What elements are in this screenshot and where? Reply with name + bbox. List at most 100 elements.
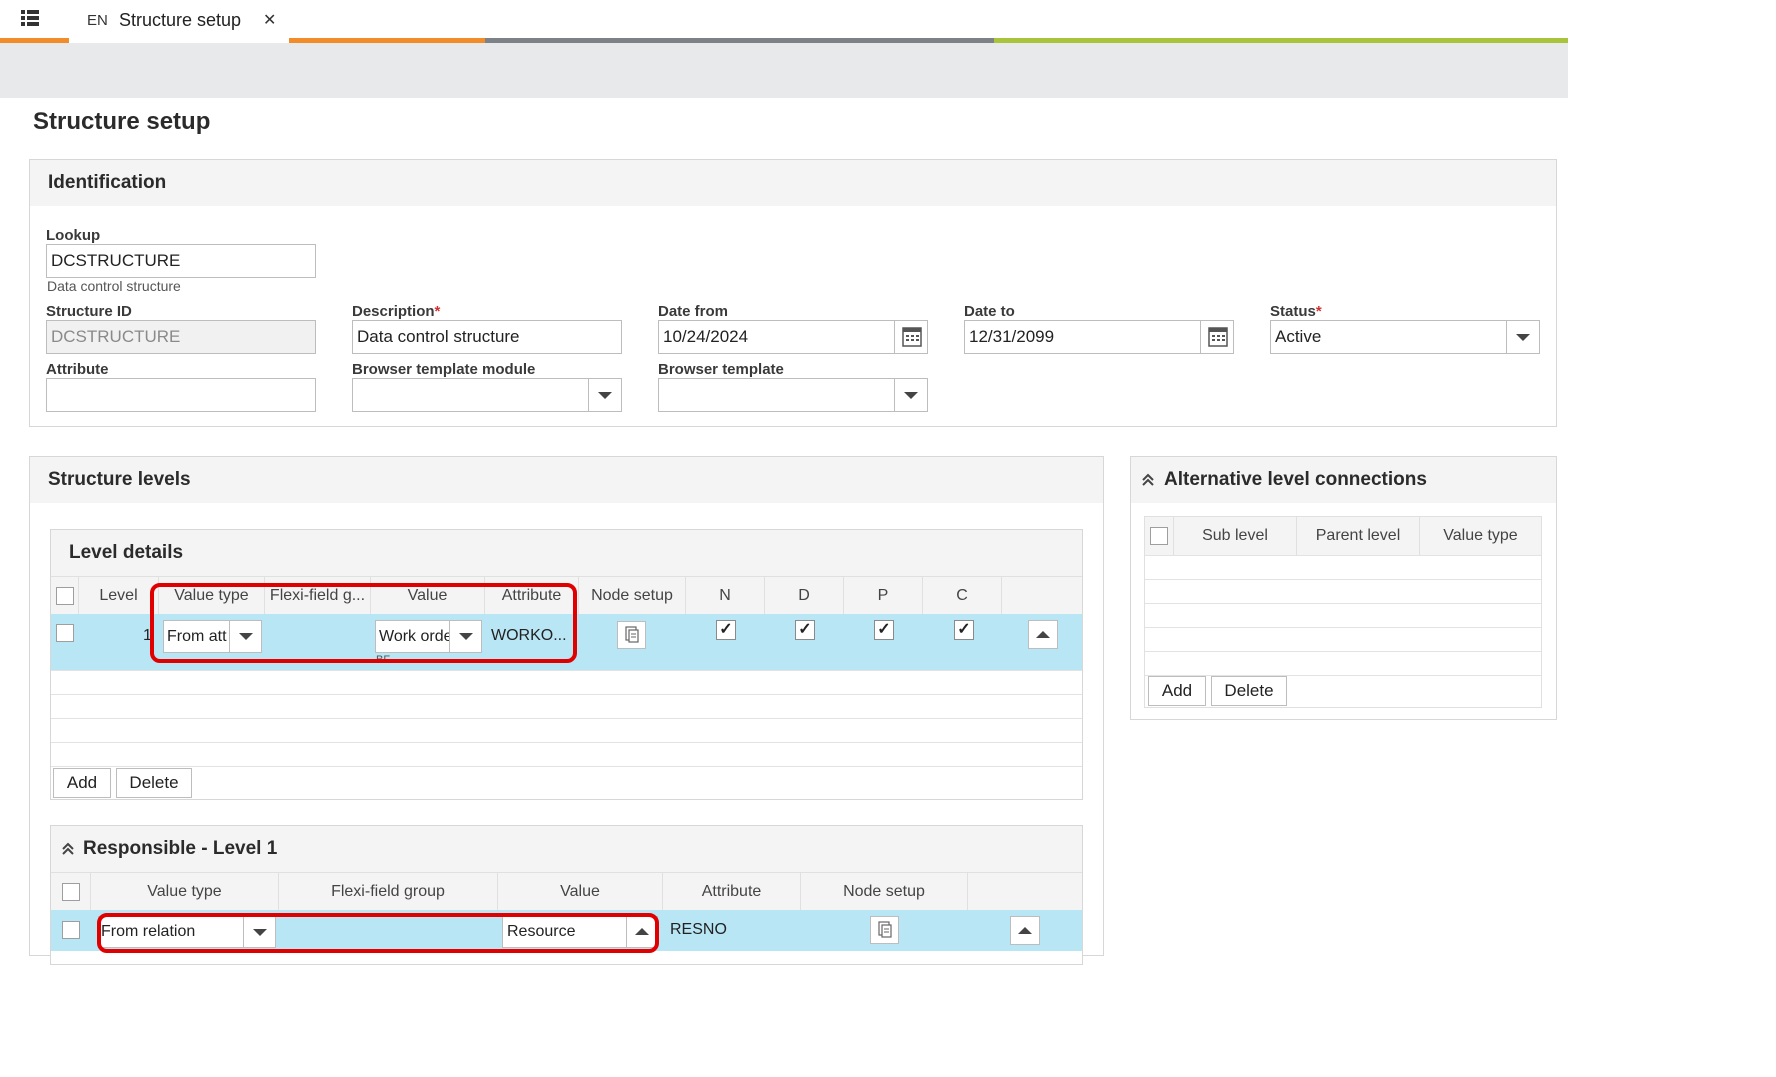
select-all-cell <box>51 577 79 615</box>
tab-title: Structure setup <box>119 10 242 30</box>
select-all-cell <box>51 873 91 911</box>
alt-add-button[interactable]: Add <box>1148 676 1206 706</box>
alt-connections-header: Alternative level connections <box>1131 457 1556 503</box>
d-checkbox[interactable]: ✓ <box>795 620 815 640</box>
attribute-input[interactable] <box>46 378 316 412</box>
empty-row <box>51 694 1082 718</box>
node-setup-icon <box>625 626 639 643</box>
col-sub-level[interactable]: Sub level <box>1174 517 1297 555</box>
node-setup-button[interactable] <box>617 621 646 649</box>
date-to-input[interactable]: 12/31/2099 <box>964 320 1234 354</box>
col-parent-level[interactable]: Parent level <box>1297 517 1420 555</box>
level-details-header: Level details <box>51 530 1082 576</box>
chevron-up-icon <box>1018 927 1032 934</box>
node-setup-button[interactable] <box>870 916 899 944</box>
col-c[interactable]: C <box>923 577 1002 615</box>
alt-connections-table-header: Sub level Parent level Value type <box>1145 517 1541 555</box>
browser-template-select[interactable] <box>658 378 928 412</box>
select-all-checkbox[interactable] <box>1150 527 1168 545</box>
n-checkbox[interactable]: ✓ <box>716 620 736 640</box>
browser-template-module-dropdown[interactable] <box>588 379 621 411</box>
collapse-icon[interactable] <box>1140 472 1156 488</box>
chevron-down-icon <box>598 392 612 399</box>
grid-menu-button[interactable] <box>0 0 68 42</box>
date-to-calendar-button[interactable] <box>1200 321 1233 353</box>
responsible-title: Responsible - Level 1 <box>83 838 278 859</box>
alt-connections-title: Alternative level connections <box>1164 469 1427 490</box>
description-input[interactable]: Data control structure <box>352 320 622 354</box>
select-all-cell <box>1145 517 1174 555</box>
responsible-table-header: Value type Flexi-field group Value Attri… <box>51 872 1082 911</box>
browser-template-dropdown[interactable] <box>894 379 927 411</box>
date-from-value: 10/24/2024 <box>663 327 749 346</box>
identification-title: Identification <box>48 172 167 193</box>
level-add-button[interactable]: Add <box>53 768 111 798</box>
col-d[interactable]: D <box>765 577 844 615</box>
empty-row <box>51 742 1082 766</box>
identification-header: Identification <box>30 160 1556 206</box>
move-up-button[interactable] <box>1028 620 1058 649</box>
alt-delete-button[interactable]: Delete <box>1211 676 1287 706</box>
date-from-input[interactable]: 10/24/2024 <box>658 320 928 354</box>
col-node-setup[interactable]: Node setup <box>579 577 686 615</box>
date-from-calendar-button[interactable] <box>894 321 927 353</box>
structure-levels-header: Structure levels <box>30 457 1103 503</box>
empty-row <box>51 670 1082 694</box>
col-value-type[interactable]: Value type <box>91 873 279 911</box>
structure-levels-title: Structure levels <box>48 469 191 490</box>
status-select[interactable]: Active <box>1270 320 1540 354</box>
description-label: Description* <box>352 303 440 320</box>
table-footer-line <box>51 766 1082 767</box>
responsible-header: Responsible - Level 1 <box>51 826 1082 872</box>
level-delete-button[interactable]: Delete <box>116 768 192 798</box>
status-value: Active <box>1275 327 1322 346</box>
collapse-icon[interactable] <box>60 841 76 857</box>
description-label-text: Description <box>352 303 435 320</box>
level-details-title: Level details <box>69 542 184 563</box>
toolbar-area <box>0 43 1568 98</box>
move-up-button[interactable] <box>1010 916 1040 945</box>
col-level[interactable]: Level <box>79 577 159 615</box>
chevron-down-icon <box>904 392 918 399</box>
p-checkbox[interactable]: ✓ <box>874 620 894 640</box>
tab-structure-setup[interactable]: EN Structure setup ✕ <box>69 0 289 42</box>
page-title: Structure setup <box>33 108 211 135</box>
date-to-label: Date to <box>964 303 1015 320</box>
col-node-setup[interactable]: Node setup <box>801 873 968 911</box>
status-dropdown-button[interactable] <box>1506 321 1539 353</box>
empty-row <box>1145 555 1541 579</box>
row-checkbox[interactable] <box>62 921 80 939</box>
lookup-label: Lookup <box>46 227 101 244</box>
structure-id-label: Structure ID <box>46 303 132 320</box>
select-all-checkbox[interactable] <box>62 883 80 901</box>
structure-id-field: DCSTRUCTURE <box>46 320 316 354</box>
required-mark: * <box>1315 303 1322 320</box>
browser-template-module-select[interactable] <box>352 378 622 412</box>
browser-template-label: Browser template <box>658 361 784 378</box>
row-checkbox[interactable] <box>56 624 74 642</box>
annotation-highlight-level-row <box>150 583 577 663</box>
lookup-input[interactable]: DCSTRUCTURE <box>46 244 316 278</box>
col-n[interactable]: N <box>686 577 765 615</box>
empty-row <box>51 718 1082 742</box>
empty-row <box>1145 627 1541 651</box>
attribute-label: Attribute <box>46 361 109 378</box>
chevron-up-icon <box>1036 631 1050 638</box>
c-checkbox[interactable]: ✓ <box>954 620 974 640</box>
lookup-hint: Data control structure <box>47 278 181 294</box>
col-p[interactable]: P <box>844 577 923 615</box>
status-label-text: Status <box>1270 303 1316 320</box>
col-value[interactable]: Value <box>498 873 663 911</box>
close-icon[interactable]: ✕ <box>263 10 276 30</box>
date-from-label: Date from <box>658 303 729 320</box>
tab-lang: EN <box>87 12 108 29</box>
date-to-value: 12/31/2099 <box>969 327 1055 346</box>
col-attribute[interactable]: Attribute <box>663 873 801 911</box>
empty-row <box>1145 579 1541 603</box>
select-all-checkbox[interactable] <box>56 587 74 605</box>
calendar-icon <box>1208 327 1228 347</box>
col-flexi-field-group[interactable]: Flexi-field group <box>279 873 498 911</box>
node-setup-icon <box>878 921 892 938</box>
status-label: Status* <box>1270 303 1322 320</box>
col-value-type[interactable]: Value type <box>1420 517 1541 555</box>
